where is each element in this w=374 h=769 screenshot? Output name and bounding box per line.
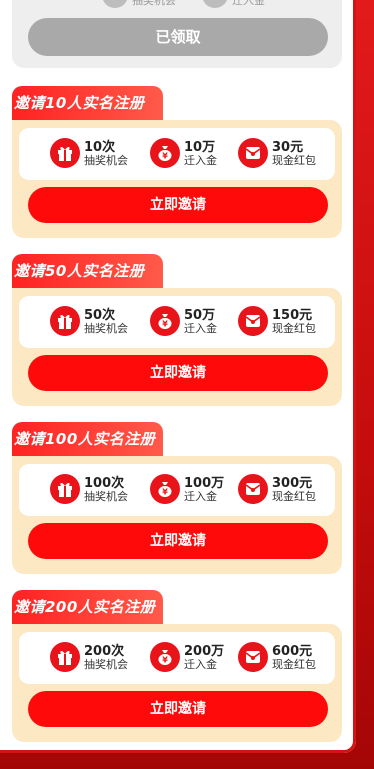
reward-label: 抽奖机会 <box>84 658 128 671</box>
reward-label: 现金红包 <box>272 658 316 671</box>
reward-label: 迁入金 <box>184 490 217 503</box>
invite-task-100: 邀请100人实名注册 100次 抽奖机会 ¥ 100万 迁入金 300元 现金红… <box>12 422 342 574</box>
rewards-row: 10次 抽奖机会 ¥ 10万 迁入金 30元 现金红包 <box>19 128 335 180</box>
money-bag-icon <box>202 0 228 8</box>
claimed-rewards-row: 抽奖机会 迁入金 <box>102 0 302 8</box>
reward-label: 抽奖机会 <box>84 322 128 335</box>
red-envelope-icon <box>238 138 268 168</box>
reward-label: 迁入金 <box>184 322 217 335</box>
task-card: 100次 抽奖机会 ¥ 100万 迁入金 300元 现金红包 立即邀请 <box>12 456 342 574</box>
task-title: 邀请200人实名注册 <box>12 590 163 624</box>
invite-button[interactable]: 立即邀请 <box>28 187 328 223</box>
reward-label: 现金红包 <box>272 154 316 167</box>
invite-button[interactable]: 立即邀请 <box>28 355 328 391</box>
invite-task-200: 邀请200人实名注册 200次 抽奖机会 ¥ 200万 迁入金 600元 现金红… <box>12 590 342 742</box>
reward-label: 抽奖机会 <box>84 154 128 167</box>
red-envelope-icon <box>238 474 268 504</box>
invite-button[interactable]: 立即邀请 <box>28 691 328 727</box>
red-envelope-icon <box>238 642 268 672</box>
gift-icon <box>50 642 80 672</box>
rewards-row: 200次 抽奖机会 ¥ 200万 迁入金 600元 现金红包 <box>19 632 335 684</box>
money-bag-icon: ¥ <box>150 642 180 672</box>
invite-task-50: 邀请50人实名注册 50次 抽奖机会 ¥ 50万 迁入金 150元 现金红包 立… <box>12 254 342 406</box>
task-title: 邀请10人实名注册 <box>12 86 163 120</box>
money-bag-icon: ¥ <box>150 474 180 504</box>
svg-text:¥: ¥ <box>162 656 168 665</box>
gift-icon <box>50 138 80 168</box>
claimed-lottery-label: 抽奖机会 <box>132 0 176 7</box>
gift-icon <box>50 474 80 504</box>
claimed-fund-label: 迁入金 <box>232 0 265 7</box>
invite-button[interactable]: 立即邀请 <box>28 523 328 559</box>
svg-text:¥: ¥ <box>162 152 168 161</box>
reward-label: 现金红包 <box>272 490 316 503</box>
red-envelope-icon <box>238 306 268 336</box>
gift-icon <box>50 306 80 336</box>
rewards-row: 100次 抽奖机会 ¥ 100万 迁入金 300元 现金红包 <box>19 464 335 516</box>
svg-text:¥: ¥ <box>162 488 168 497</box>
reward-label: 迁入金 <box>184 154 217 167</box>
task-card: 50次 抽奖机会 ¥ 50万 迁入金 150元 现金红包 立即邀请 <box>12 288 342 406</box>
task-title: 邀请50人实名注册 <box>12 254 163 288</box>
reward-label: 现金红包 <box>272 322 316 335</box>
task-card: 200次 抽奖机会 ¥ 200万 迁入金 600元 现金红包 立即邀请 <box>12 624 342 742</box>
money-bag-icon: ¥ <box>150 138 180 168</box>
task-card: 10次 抽奖机会 ¥ 10万 迁入金 30元 现金红包 立即邀请 <box>12 120 342 238</box>
reward-label: 抽奖机会 <box>84 490 128 503</box>
gift-icon <box>102 0 128 8</box>
svg-text:¥: ¥ <box>162 320 168 329</box>
money-bag-icon: ¥ <box>150 306 180 336</box>
task-title: 邀请100人实名注册 <box>12 422 163 456</box>
claimed-button[interactable]: 已领取 <box>28 18 328 56</box>
claimed-task-card: 抽奖机会 迁入金 已领取 <box>12 0 342 68</box>
rewards-row: 50次 抽奖机会 ¥ 50万 迁入金 150元 现金红包 <box>19 296 335 348</box>
invite-task-10: 邀请10人实名注册 10次 抽奖机会 ¥ 10万 迁入金 30元 现金红包 立即… <box>12 86 342 238</box>
reward-label: 迁入金 <box>184 658 217 671</box>
